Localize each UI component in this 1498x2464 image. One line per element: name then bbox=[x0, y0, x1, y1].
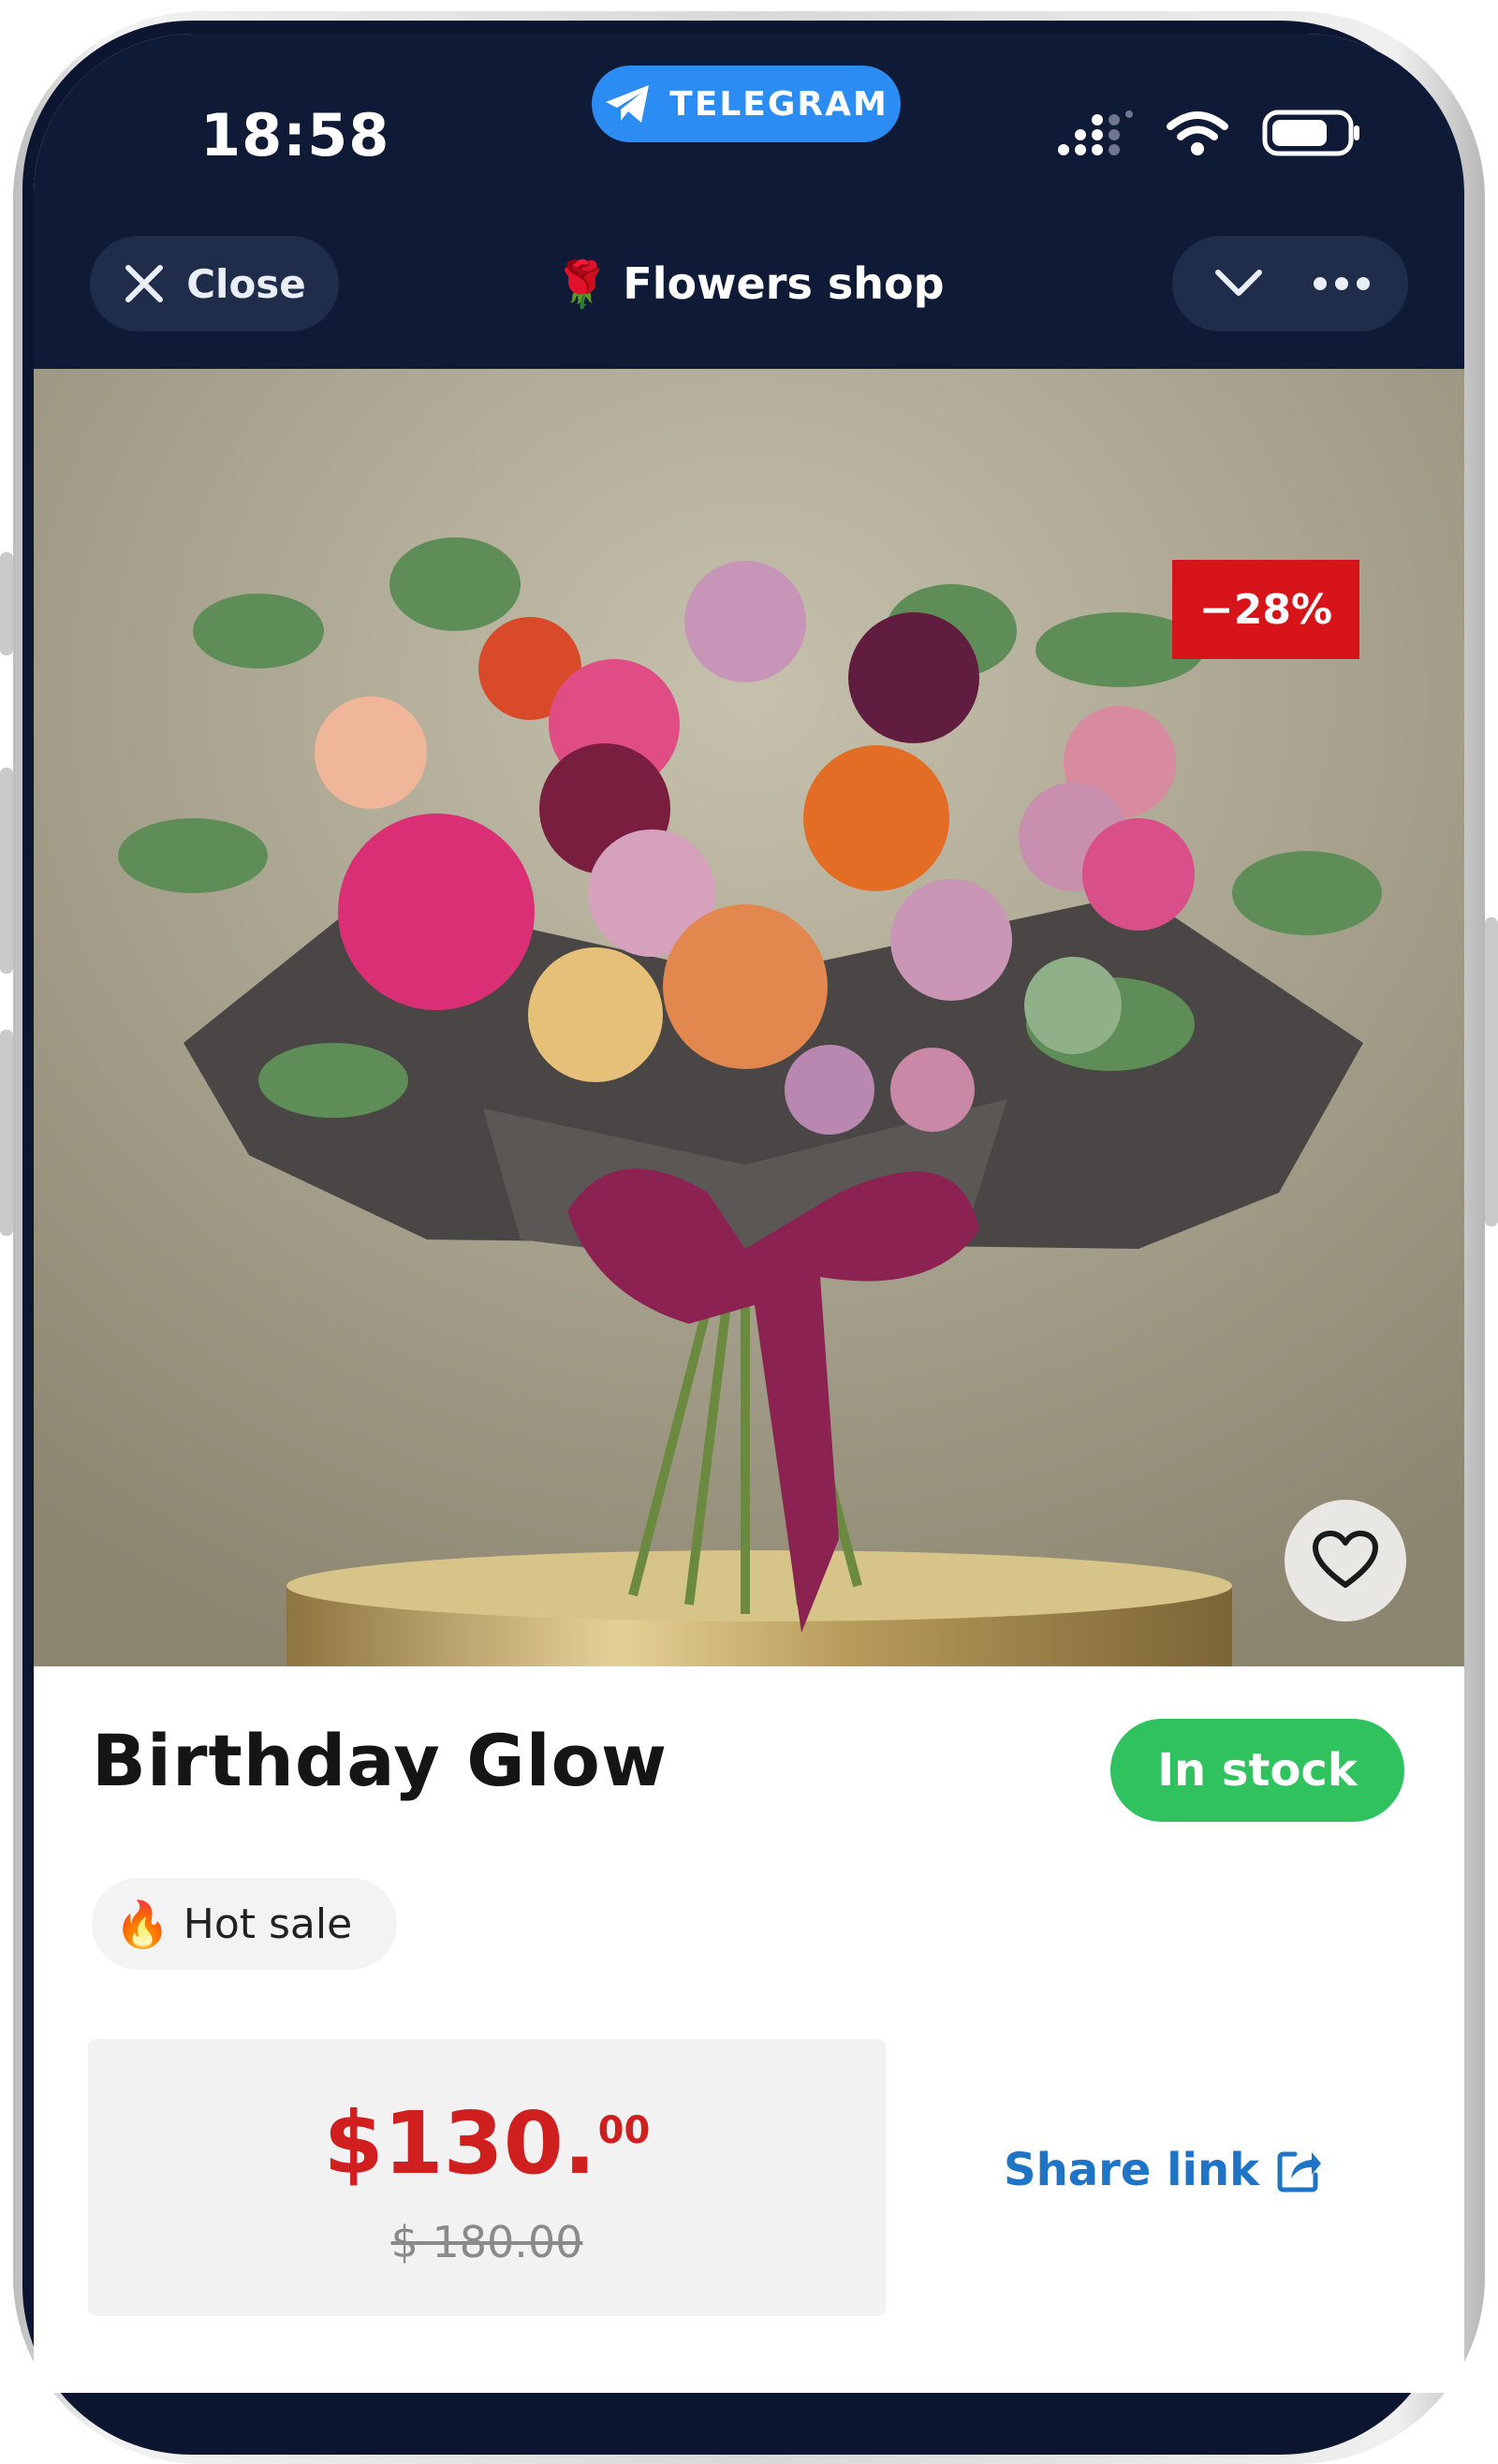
signal-icon bbox=[1058, 110, 1133, 155]
price-main: $130. bbox=[323, 2093, 596, 2193]
more-icon bbox=[1314, 277, 1370, 290]
old-price: $ 180.00 bbox=[390, 2217, 583, 2267]
hot-sale-chip: 🔥 Hot sale bbox=[92, 1878, 397, 1970]
phone-side-button bbox=[0, 1030, 13, 1236]
screen: 18:58 TELEGRAM Close 🌹 Flowers shop −28%… bbox=[34, 34, 1464, 2393]
telegram-icon bbox=[606, 85, 650, 123]
current-price: $130.00 bbox=[88, 2093, 886, 2193]
phone-side-button bbox=[0, 768, 13, 974]
status-icons bbox=[1056, 109, 1361, 157]
close-button[interactable]: Close bbox=[90, 236, 339, 331]
phone-side-button bbox=[1485, 917, 1498, 1226]
collapse-button[interactable] bbox=[1197, 242, 1281, 326]
telegram-pill[interactable]: TELEGRAM bbox=[592, 66, 901, 142]
close-label: Close bbox=[186, 260, 306, 307]
product-name: Birthday Glow bbox=[92, 1719, 668, 1802]
status-time: 18:58 bbox=[200, 101, 390, 169]
wifi-icon bbox=[1167, 111, 1228, 155]
share-label: Share link bbox=[1004, 2144, 1260, 2196]
page-title: Flowers shop bbox=[623, 258, 945, 309]
price-box: $130.00 $ 180.00 bbox=[88, 2039, 886, 2316]
fire-icon: 🔥 bbox=[114, 1898, 170, 1951]
phone-side-button bbox=[0, 552, 13, 655]
rose-emoji: 🌹 bbox=[553, 257, 610, 311]
more-button[interactable] bbox=[1300, 242, 1384, 326]
hot-sale-label: Hot sale bbox=[183, 1899, 353, 1948]
favorite-button[interactable] bbox=[1285, 1500, 1406, 1621]
chevron-down-icon bbox=[1215, 270, 1262, 296]
mini-app-nav: Close 🌹 Flowers shop bbox=[34, 236, 1464, 339]
stock-badge: In stock bbox=[1110, 1719, 1404, 1822]
heart-icon bbox=[1313, 1531, 1378, 1588]
share-icon bbox=[1277, 2151, 1322, 2193]
telegram-header: 18:58 TELEGRAM Close 🌹 Flowers shop bbox=[34, 34, 1464, 369]
header-actions bbox=[1172, 236, 1408, 331]
share-link-button[interactable]: Share link bbox=[1004, 2144, 1323, 2196]
battery-icon bbox=[1262, 110, 1359, 156]
discount-badge: −28% bbox=[1172, 560, 1359, 659]
price-cents: 00 bbox=[597, 2109, 651, 2153]
telegram-label: TELEGRAM bbox=[669, 84, 889, 124]
close-icon bbox=[125, 265, 164, 302]
